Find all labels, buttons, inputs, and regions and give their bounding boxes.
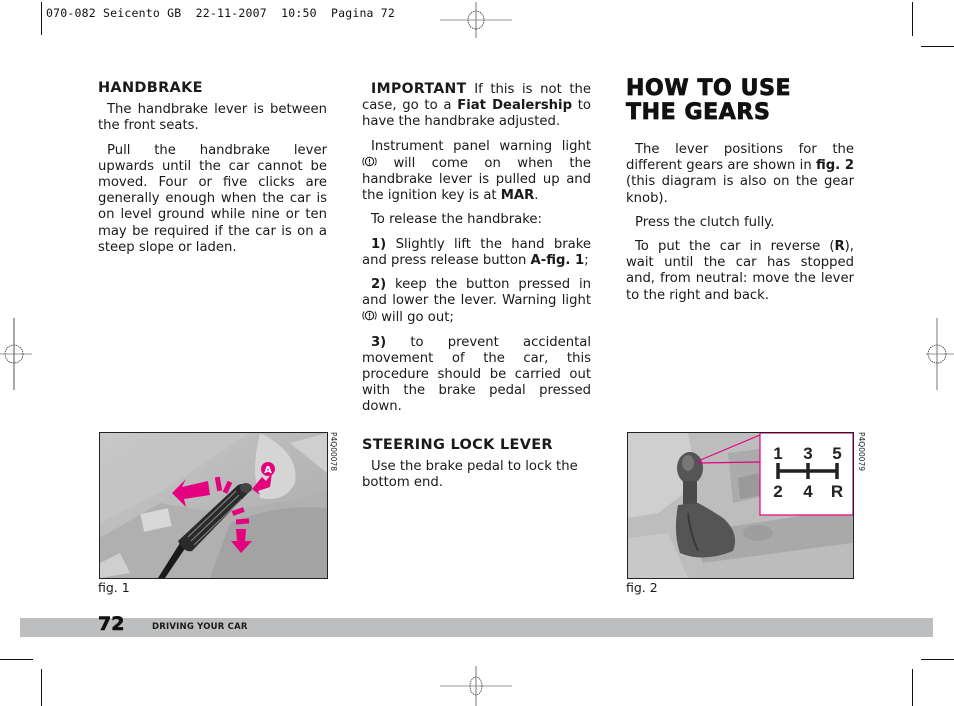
gears-paragraph: To put the car in reverse (R), wait unti… — [626, 239, 854, 303]
gear-label: 5 — [832, 444, 841, 463]
figure-2-gears: 1 3 5 2 4 R — [627, 432, 854, 579]
gear-label: 4 — [803, 482, 813, 501]
gear-label: 3 — [803, 444, 812, 463]
figure-1-code: P4Q00078 — [329, 432, 338, 472]
gear-label: R — [831, 482, 843, 501]
registration-mark-top — [440, 2, 512, 38]
crop-mark — [921, 46, 954, 47]
crop-mark — [0, 659, 33, 660]
steering-lock-text: Use the brake pedal to lock the bottom e… — [362, 459, 578, 491]
release-intro: To release the handbrake: — [371, 212, 542, 228]
release-step-2: 2) keep the button pressed in and lower … — [362, 277, 591, 326]
crop-mark — [41, 2, 42, 35]
fig2-reference: fig. 2 — [815, 158, 854, 174]
important-label: IMPORTANT — [371, 81, 467, 97]
fiat-dealership: Fiat Dealership — [457, 98, 573, 114]
gears-section: HOW TO USE THE GEARS The lever positions… — [626, 76, 854, 312]
handbrake-paragraph: Pull the handbrake lever upwards until t… — [98, 142, 327, 255]
handbrake-paragraph: The handbrake lever is between the front… — [98, 102, 327, 134]
figure-1-handbrake: A — [99, 432, 328, 579]
section-label: DRIVING YOUR CAR — [152, 622, 248, 632]
handbrake-illustration: A — [100, 433, 327, 578]
callout-a-label: A — [264, 465, 272, 476]
gear-label: 1 — [773, 444, 782, 463]
release-step-1: 1) Slightly lift the hand brake and pres… — [362, 236, 591, 268]
gears-paragraph: The lever positions for the different ge… — [626, 142, 854, 206]
warning-light-note: Instrument panel warning light will come… — [362, 138, 591, 204]
print-slug-line: 070-082 Seicento GB 22-11-2007 10:50 Pag… — [46, 6, 396, 20]
handbrake-heading: HANDBRAKE — [98, 80, 203, 96]
registration-mark-left — [0, 318, 32, 390]
crop-mark — [41, 669, 42, 706]
figure-2-caption: fig. 2 — [626, 580, 658, 595]
steering-lock-section: STEERING LOCK LEVER Use the brake pedal … — [362, 437, 591, 500]
gears-title: HOW TO USE THE GEARS — [626, 76, 792, 125]
fig1-reference: A-fig. 1 — [530, 252, 585, 268]
important-note: IMPORTANT If this is not the case, go to… — [362, 81, 592, 130]
figure-2-code: P4Q00079 — [857, 432, 866, 472]
release-step-3: 3) to prevent accidental movement of the… — [362, 334, 591, 415]
page-number: 72 — [98, 613, 125, 636]
crop-mark — [912, 669, 913, 706]
figure-1-caption: fig. 1 — [98, 580, 130, 595]
handbrake-warning-icon — [362, 156, 377, 167]
gear-label: 2 — [773, 482, 782, 501]
gears-paragraph: Press the clutch fully. — [635, 214, 775, 230]
registration-mark-bottom — [440, 666, 512, 706]
handbrake-warning-icon — [362, 311, 377, 321]
handbrake-instructions: IMPORTANT If this is not the case, go to… — [362, 81, 591, 424]
crop-mark — [921, 659, 954, 660]
mar-key-position: MAR — [500, 188, 535, 204]
handbrake-section: HANDBRAKE The handbrake lever is between… — [98, 80, 327, 264]
registration-mark-right — [926, 318, 954, 390]
steering-lock-heading: STEERING LOCK LEVER — [362, 437, 553, 453]
gearshift-illustration: 1 3 5 2 4 R — [628, 433, 853, 578]
crop-mark — [912, 2, 913, 36]
